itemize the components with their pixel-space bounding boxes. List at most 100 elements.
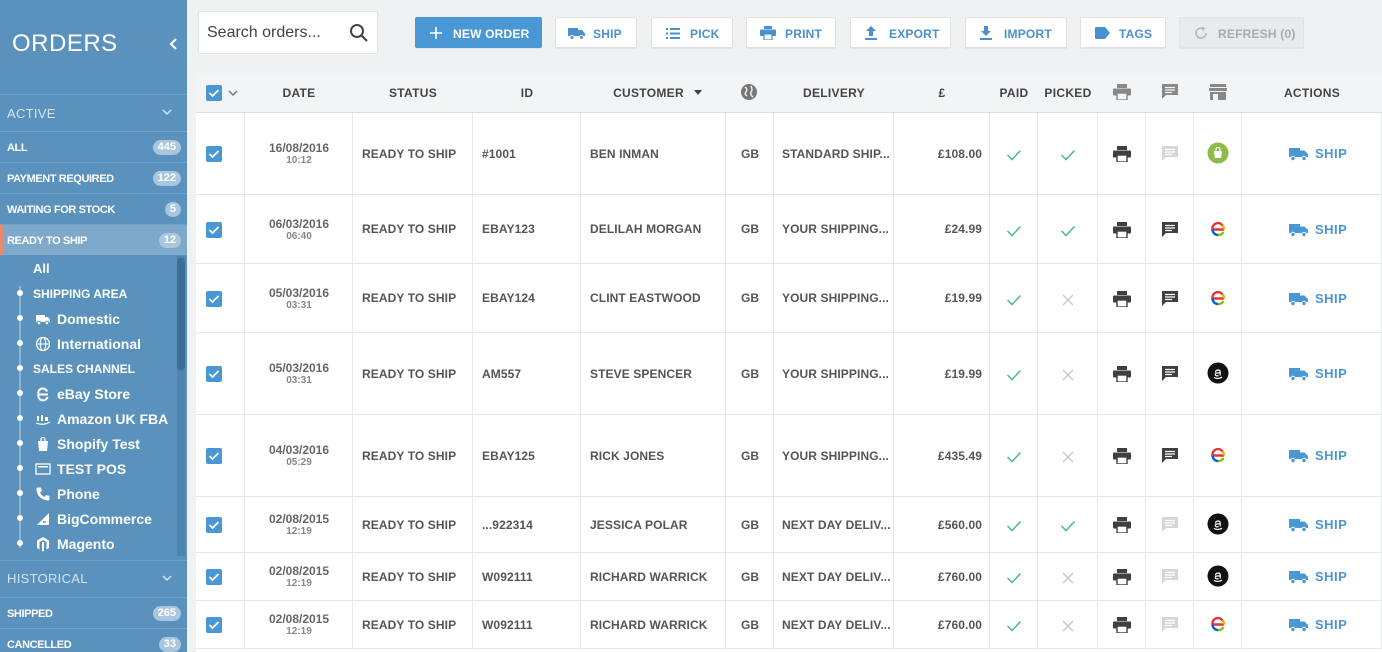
row-checkbox[interactable]	[206, 617, 222, 633]
col-paid[interactable]: PAID	[990, 73, 1038, 113]
ship-order-button[interactable]: SHIP	[1289, 145, 1359, 163]
tags-button[interactable]: TAGS	[1080, 17, 1166, 48]
row-checkbox[interactable]	[206, 146, 222, 162]
col-picked[interactable]: PICKED	[1038, 73, 1098, 113]
tree-dot	[17, 465, 23, 471]
section-active[interactable]: ACTIVE	[0, 94, 187, 128]
order-total: £760.00	[937, 569, 982, 584]
sidebar-item-payment-required[interactable]: PAYMENT REQUIRED 122	[0, 162, 187, 193]
tree-item-magento[interactable]: Magento	[0, 531, 175, 556]
ship-order-button[interactable]: SHIP	[1289, 568, 1359, 586]
tree-item-shopify-test[interactable]: Shopify Test	[0, 431, 175, 456]
tree-item-all[interactable]: All	[0, 256, 175, 281]
order-notes-icon[interactable]	[1161, 290, 1179, 307]
col-notes[interactable]	[1146, 73, 1194, 113]
sidebar-item-waiting-for-stock[interactable]: WAITING FOR STOCK 5	[0, 193, 187, 224]
search-input[interactable]	[207, 12, 347, 53]
table-row[interactable]: 04/03/2016 05:29 READY TO SHIP EBAY125 RICK …	[196, 415, 1382, 497]
table-row[interactable]: 02/08/2015 12:19 READY TO SHIP ...922314 JES…	[196, 497, 1382, 553]
new-order-button[interactable]: NEW ORDER	[415, 17, 542, 48]
row-checkbox[interactable]	[206, 517, 222, 533]
tree-item-test-pos[interactable]: TEST POS	[0, 456, 175, 481]
tree-item-bigcommerce[interactable]: BigCommerce	[0, 506, 175, 531]
print-order-icon[interactable]	[1113, 366, 1131, 382]
col-channel[interactable]	[1194, 73, 1242, 113]
row-checkbox[interactable]	[206, 569, 222, 585]
sidebar-item-cancelled[interactable]: CANCELLED 33	[0, 628, 187, 652]
table-row[interactable]: 02/08/2015 12:19 READY TO SHIP W092111 RICHA…	[196, 553, 1382, 601]
table-row[interactable]: 02/08/2015 12:19 READY TO SHIP W092111 RICHA…	[196, 601, 1382, 649]
ship-button[interactable]: SHIP	[555, 17, 637, 48]
ship-order-button[interactable]: SHIP	[1289, 516, 1359, 534]
tree-dot	[17, 415, 23, 421]
tree-item-international[interactable]: International	[0, 331, 175, 356]
col-status[interactable]: STATUS	[353, 73, 473, 113]
col-delivery[interactable]: DELIVERY	[774, 73, 894, 113]
print-order-icon[interactable]	[1113, 222, 1131, 238]
sidebar-item-all[interactable]: ALL 445	[0, 131, 187, 162]
table-row[interactable]: 05/03/2016 03:31 READY TO SHIP EBAY124 CLINT…	[196, 264, 1382, 333]
ship-order-button[interactable]: SHIP	[1289, 290, 1359, 308]
col-country[interactable]	[726, 73, 774, 113]
column-divider	[1241, 195, 1242, 264]
col-total[interactable]: £	[894, 73, 990, 113]
col-id[interactable]: ID	[473, 73, 581, 113]
col-print[interactable]	[1098, 73, 1146, 113]
ship-order-button[interactable]: SHIP	[1289, 365, 1359, 383]
row-checkbox[interactable]	[206, 366, 222, 382]
order-notes-icon[interactable]	[1161, 221, 1179, 238]
ebay-channel-icon	[1207, 444, 1229, 466]
table-row[interactable]: 05/03/2016 03:31 READY TO SHIP AM557 STEVE S…	[196, 333, 1382, 415]
column-divider	[1097, 333, 1098, 415]
column-divider	[1037, 415, 1038, 497]
print-order-icon[interactable]	[1113, 448, 1131, 464]
ship-order-button[interactable]: SHIP	[1289, 616, 1359, 634]
search-icon[interactable]	[349, 23, 369, 43]
print-order-icon[interactable]	[1113, 146, 1131, 162]
tree-item-ebay-store[interactable]: eBay Store	[0, 381, 175, 406]
refresh-label: REFRESH (0)	[1218, 27, 1296, 41]
export-button[interactable]: EXPORT	[850, 17, 951, 48]
row-checkbox[interactable]	[206, 291, 222, 307]
pick-button[interactable]: PICK	[651, 17, 733, 48]
sidebar-item-shipped[interactable]: SHIPPED 265	[0, 597, 187, 628]
print-button[interactable]: PRINT	[746, 17, 836, 48]
sales-channel	[1207, 218, 1229, 240]
print-order-icon[interactable]	[1113, 569, 1131, 585]
row-checkbox[interactable]	[206, 448, 222, 464]
order-notes-icon[interactable]	[1161, 447, 1179, 464]
col-date[interactable]: DATE	[245, 73, 353, 113]
ship-order-button[interactable]: SHIP	[1289, 221, 1359, 239]
table-row[interactable]: 16/08/2016 10:12 READY TO SHIP #1001 BEN INM…	[196, 113, 1382, 195]
print-order-icon[interactable]	[1113, 291, 1131, 307]
print-order-icon[interactable]	[1113, 617, 1131, 633]
col-customer[interactable]: CUSTOMER	[581, 73, 726, 113]
tree-item-phone[interactable]: Phone	[0, 481, 175, 506]
column-divider	[1193, 415, 1194, 497]
print-order-icon[interactable]	[1113, 517, 1131, 533]
select-dropdown-chevron[interactable]	[226, 73, 240, 113]
ship-order-button[interactable]: SHIP	[1289, 447, 1359, 465]
row-checkbox[interactable]	[206, 222, 222, 238]
order-notes-icon[interactable]	[1161, 145, 1179, 162]
tree-item-amazon-uk-fba[interactable]: Amazon UK FBA	[0, 406, 175, 431]
collapse-sidebar-icon[interactable]	[166, 36, 182, 52]
tree-item-domestic[interactable]: Domestic	[0, 306, 175, 331]
order-notes-icon[interactable]	[1161, 616, 1179, 633]
sidebar-item-label: READY TO SHIP	[7, 235, 87, 247]
tree-group-sales-channel[interactable]: SALES CHANNEL	[0, 356, 175, 381]
import-button[interactable]: IMPORT	[965, 17, 1067, 48]
shopping-bag-icon	[35, 436, 51, 452]
tree-scrollbar-thumb[interactable]	[177, 258, 185, 370]
select-all-checkbox[interactable]	[206, 73, 222, 113]
order-notes-icon[interactable]	[1161, 568, 1179, 585]
order-notes-icon[interactable]	[1161, 516, 1179, 533]
sidebar-item-ready-to-ship[interactable]: READY TO SHIP 12	[0, 224, 187, 255]
country-code: GB	[741, 291, 760, 305]
col-actions: ACTIONS	[1283, 86, 1341, 100]
refresh-button[interactable]: REFRESH (0)	[1179, 17, 1304, 48]
order-notes-icon[interactable]	[1161, 365, 1179, 382]
section-historical[interactable]: HISTORICAL	[0, 560, 187, 597]
table-row[interactable]: 06/03/2016 06:40 READY TO SHIP EBAY123 DELIL…	[196, 195, 1382, 264]
tree-group-shipping-area[interactable]: SHIPPING AREA	[0, 281, 175, 306]
